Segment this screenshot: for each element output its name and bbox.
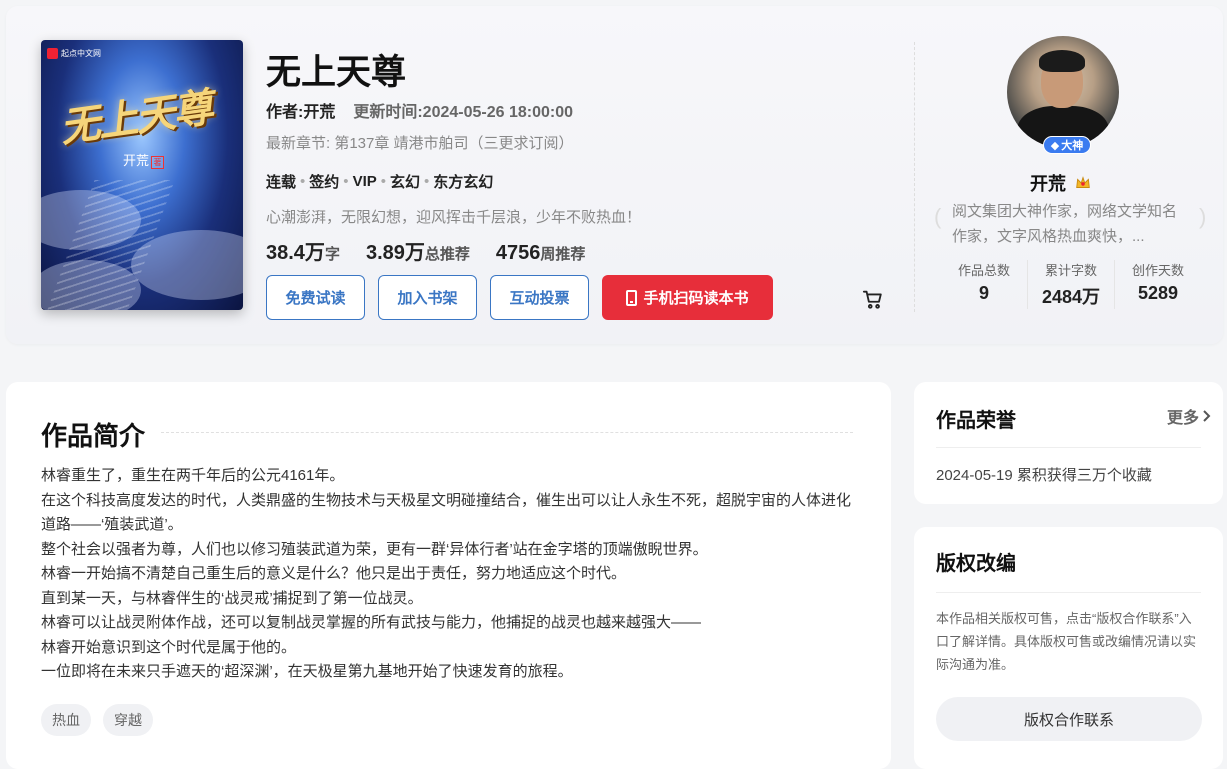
chevron-right-icon [1203,410,1211,422]
laurel-right-icon: ) [1199,204,1207,229]
synopsis-text: 林睿重生了，重生在两千年后的公元4161年。 在这个科技高度发达的时代，人类鼎盛… [41,464,861,685]
synopsis-paragraph: 林睿可以让战灵附体作战，还可以复制战灵掌握的所有武技与能力，他捕捉的战灵也越来越… [41,614,702,631]
synopsis-paragraph: 林睿重生了，重生在两千年后的公元4161年。 [41,467,345,484]
tag-chip[interactable]: 穿越 [103,704,153,736]
copyright-card: 版权改编 本作品相关版权可售，点击“版权合作联系”入口了解详情。具体版权可售或改… [914,527,1223,769]
cover-author: 开荒著 [123,150,165,169]
book-tags: 连载 • 签约 • VIP • 玄幻 • 东方玄幻 [266,171,494,192]
cover-publisher-logo: 起点中文网 [47,46,101,60]
author-description: 阅文集团大神作家，网络文学知名作家，文字风格热血爽快，... [952,203,1178,245]
author-name[interactable]: 开荒 [1030,170,1092,196]
badge-icon: ◆ [1050,139,1060,152]
copyright-contact-button[interactable]: 版权合作联系 [936,697,1202,741]
stat-word-count: 38.4万字 [266,242,340,264]
cart-icon[interactable] [862,288,884,310]
action-buttons: 免费试读 加入书架 互动投票 手机扫码读本书 [266,275,773,320]
honor-item: 2024-05-19 累积获得三万个收藏 [936,467,1152,484]
book-stats: 38.4万字 3.89万总推荐 4756周推荐 [266,236,585,265]
honors-card: 作品荣誉 更多 2024-05-19 累积获得三万个收藏 [914,382,1223,504]
free-read-button[interactable]: 免费试读 [266,275,365,320]
mobile-read-button[interactable]: 手机扫码读本书 [602,275,773,320]
header-divider [914,42,915,312]
latest-chapter-link[interactable]: 最新章节: 第137章 靖港市舶司（三更求订阅） [266,132,574,153]
copyright-description: 本作品相关版权可售，点击“版权合作联系”入口了解详情。具体版权可售或改编情况请以… [936,611,1197,672]
book-tagline: 心潮澎湃，无限幻想，迎风挥击千层浪，少年不败热血！ [266,209,642,226]
stat-week-recommend: 4756周推荐 [495,242,586,264]
tag-status: 连载 [266,174,297,191]
laurel-left-icon: ( [934,204,942,229]
synopsis-paragraph: 在这个科技高度发达的时代，人类鼎盛的生物技术与天极星文明碰撞结合，催生出可以让人… [41,491,852,534]
tag-signed: 签约 [309,174,340,191]
stat-total-recommend: 3.89万总推荐 [365,242,470,264]
synopsis-paragraph: 直到某一天，与林睿伴生的‘战灵戒’捕捉到了第一位战灵。 [41,589,423,607]
author-link[interactable]: 作者:开荒 [266,98,335,122]
synopsis-tags: 热血 穿越 [41,704,153,736]
add-shelf-button[interactable]: 加入书架 [378,275,477,320]
tag-genre[interactable]: 玄幻 [390,171,420,192]
vote-button[interactable]: 互动投票 [490,275,589,320]
copyright-divider [936,592,1201,593]
author-stat-days: 创作天数 5289 [1131,263,1184,303]
book-meta: 作者:开荒 更新时间:2024-05-26 18:00:00 [266,98,573,122]
tag-chip[interactable]: 热血 [41,704,91,736]
author-stat-words: 累计字数 2484万 [1028,260,1115,309]
dashen-badge: ◆ 大神 [1043,136,1091,154]
synopsis-paragraph: 一位即将在未来只手遮天的‘超深渊’，在天极星第九基地开始了快速发育的旅程。 [41,663,573,680]
synopsis-title: 作品简介 [41,421,146,451]
author-stats: 作品总数 9 累计字数 2484万 创作天数 5289 [941,260,1201,309]
phone-icon [626,289,638,306]
crown-icon [1076,176,1090,188]
tag-subgenre[interactable]: 东方玄幻 [433,171,493,192]
author-avatar-wrap[interactable]: ◆ 大神 [1007,36,1119,154]
synopsis-paragraph: 林睿一开始搞不清楚自己重生后的意义是什么？他只是出于责任，努力地适应这个时代。 [41,565,627,582]
book-cover[interactable]: 起点中文网 无上天尊 开荒著 [41,40,243,310]
copyright-title: 版权改编 [936,553,1016,575]
honors-more-link[interactable]: 更多 [1167,404,1211,428]
tag-vip: VIP [352,173,377,190]
synopsis-card: 作品简介 林睿重生了，重生在两千年后的公元4161年。 在这个科技高度发达的时代… [6,382,891,769]
cover-title-art: 无上天尊 [57,83,215,152]
book-title: 无上天尊 [266,53,407,92]
avatar[interactable] [1007,36,1119,148]
author-stat-works: 作品总数 9 [941,260,1028,309]
update-time: 更新时间:2024-05-26 18:00:00 [353,104,574,121]
honors-divider [936,447,1201,448]
synopsis-paragraph: 林睿开始意识到这个时代是属于他的。 [41,638,297,656]
title-divider [161,432,853,433]
honors-title: 作品荣誉 [936,410,1016,432]
synopsis-paragraph: 整个社会以强者为尊，人们也以修习殖装武道为荣，更有一群‘异体行者’站在金字塔的顶… [41,540,708,558]
